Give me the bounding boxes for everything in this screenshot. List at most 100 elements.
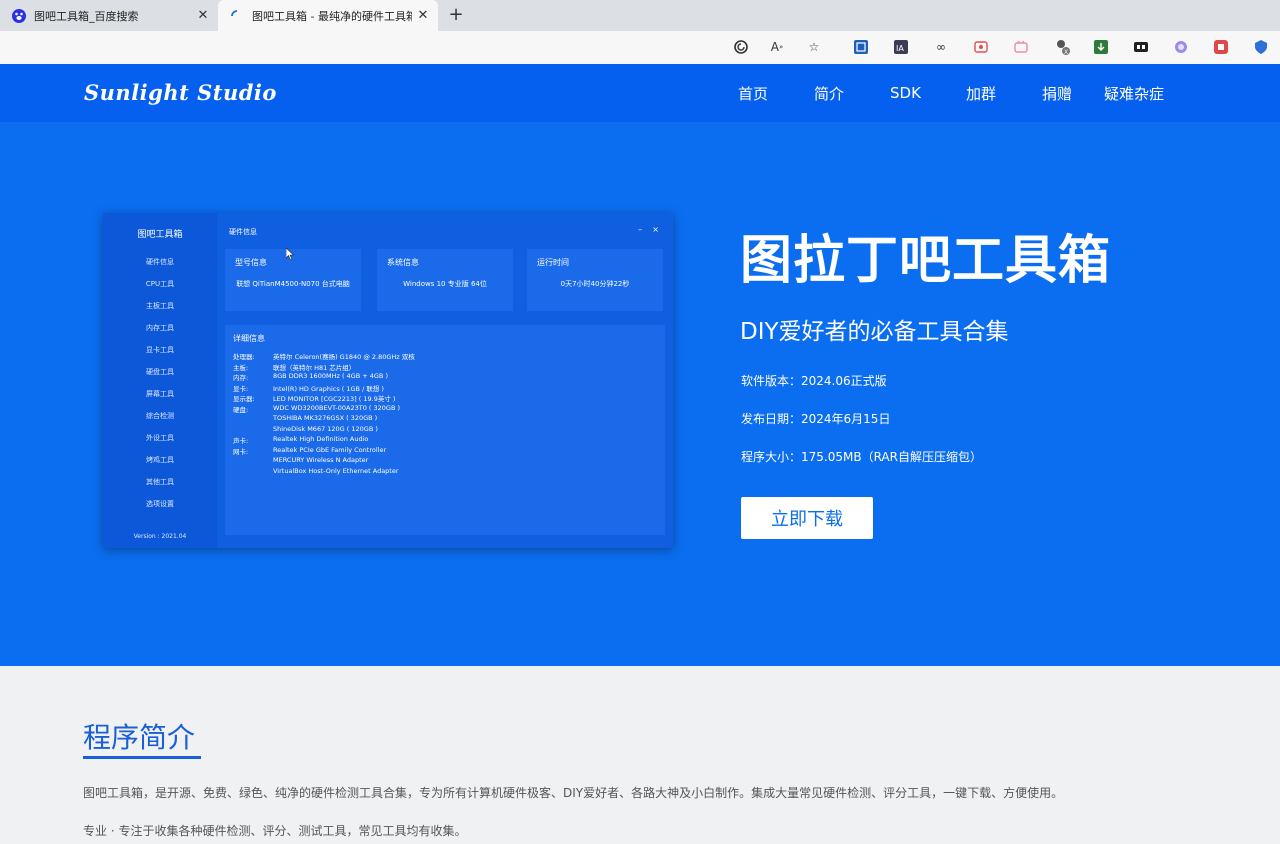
card-value: 0天7小时40分钟22秒 <box>560 280 630 288</box>
app-screenshot: 图吧工具箱 硬件信息 CPU工具 主板工具 内存工具 显卡工具 硬盘工具 屏幕工… <box>103 213 673 548</box>
read-aloud-icon[interactable]: A» <box>768 38 786 56</box>
close-icon: × <box>652 225 659 234</box>
address-bar[interactable] <box>0 33 720 61</box>
intro-paragraph: 专业 · 专注于收集各种硬件检测、评分、测试工具，常见工具均有收集。 <box>83 824 467 838</box>
app-menu-item: 烤鸡工具 <box>146 456 174 464</box>
close-tab-icon[interactable]: ✕ <box>192 8 214 23</box>
download-button[interactable]: 立即下载 <box>741 497 873 539</box>
detail-row: 显卡: Intel(R) HD Graphics ( 1GB / 联想 ) <box>233 383 415 394</box>
site-header: Sunlight Studio 首页 简介 SDK 加群 捐赠 疑难杂症 <box>0 64 1280 122</box>
ext-ia-icon[interactable]: IA <box>892 38 910 56</box>
hero-subtitle: DIY爱好者的必备工具合集 <box>740 319 1009 345</box>
detail-value: 英特尔 Celeron(赛扬) G1840 @ 2.80GHz 双核 <box>273 353 415 361</box>
app-menu-item: 内存工具 <box>146 324 174 332</box>
app-menu-item: 选项设置 <box>146 500 174 508</box>
nav-item-intro[interactable]: 简介 <box>814 64 844 122</box>
app-menu-item: 其他工具 <box>146 478 174 486</box>
detail-row: 处理器: 英特尔 Celeron(赛扬) G1840 @ 2.80GHz 双核 <box>233 351 415 362</box>
detail-key: 硬盘: <box>233 405 249 414</box>
close-tab-icon[interactable]: ✕ <box>412 8 434 23</box>
app-main-panel: 硬件信息 – × 型号信息 联想 QiTianM4500-N070 台式电脑 系… <box>217 213 673 548</box>
app-menu-item: CPU工具 <box>145 280 175 288</box>
detail-row: 网卡: Realtek PCIe GbE Family Controller <box>233 446 415 457</box>
detail-key: 内存: <box>233 374 249 382</box>
detail-value: Realtek PCIe GbE Family Controller <box>273 445 387 454</box>
detail-value: TOSHIBA MK3276GSX ( 320GB ) <box>273 414 378 422</box>
app-detail-panel: 详细信息 处理器: 英特尔 Celeron(赛扬) G1840 @ 2.80GHz… <box>225 325 665 535</box>
nav-item-group[interactable]: 加群 <box>966 64 996 122</box>
app-card-uptime: 运行时间 0天7小时40分钟22秒 <box>527 249 663 311</box>
card-value: Windows 10 专业版 64位 <box>403 280 487 288</box>
app-sidebar: 图吧工具箱 硬件信息 CPU工具 主板工具 内存工具 显卡工具 硬盘工具 屏幕工… <box>103 213 217 548</box>
detail-value: 8GB DDR3 1600MHz ( 4GB + 4GB ) <box>273 372 388 380</box>
baidu-paw-icon <box>12 8 26 23</box>
ext-pink-icon[interactable] <box>1012 38 1030 56</box>
site-logo[interactable]: Sunlight Studio <box>84 80 277 105</box>
detail-row: TOSHIBA MK3276GSX ( 320GB ) <box>233 414 415 425</box>
intro-heading: 程序简介 <box>83 721 196 754</box>
edge-refresh-icon[interactable] <box>732 38 750 56</box>
ext-purple-icon[interactable] <box>1172 38 1190 56</box>
release-date: 发布日期：2024年6月15日 <box>741 412 891 426</box>
app-menu-item: 硬件信息 <box>146 258 174 266</box>
app-window-buttons: – × <box>638 225 659 234</box>
detail-key <box>233 467 273 478</box>
tab-baidu-search[interactable]: 图吧工具箱_百度搜索 ✕ <box>0 0 218 31</box>
detail-key <box>233 456 273 467</box>
nav-link[interactable]: 加群 <box>966 83 996 104</box>
ext-shield-icon[interactable] <box>1252 38 1270 56</box>
card-title: 运行时间 <box>537 258 569 267</box>
tab-title: 图吧工具箱_百度搜索 <box>34 9 139 23</box>
detail-key <box>233 425 273 436</box>
nav-item-faq[interactable]: 疑难杂症 <box>1104 64 1164 122</box>
detail-row: 内存: 8GB DDR3 1600MHz ( 4GB + 4GB ) <box>233 372 415 383</box>
detail-value: Realtek High Definition Audio <box>273 435 369 443</box>
detail-value: WDC WD3200BEVT-00A23T0 ( 320GB ) <box>273 403 401 412</box>
nav-link[interactable]: 疑难杂症 <box>1104 83 1164 104</box>
nav-link[interactable]: SDK <box>890 84 921 102</box>
detail-row: 显示器: LED MONITOR [CGC2213] ( 19.9英寸 ) <box>233 393 415 404</box>
ext-black-icon[interactable] <box>1132 38 1150 56</box>
app-menu: 硬件信息 CPU工具 主板工具 内存工具 显卡工具 硬盘工具 屏幕工具 综合检测… <box>103 251 217 515</box>
browser-toolbar: A» ☆ IA ∞ X <box>0 31 1280 64</box>
program-size: 程序大小：175.05MB（RAR自解压压缩包） <box>741 450 982 464</box>
ext-green-icon[interactable] <box>1092 38 1110 56</box>
detail-row: ShineDisk M667 120G ( 120GB ) <box>233 425 415 436</box>
mouse-cursor-icon <box>286 248 294 260</box>
favorite-star-icon[interactable]: ☆ <box>805 38 823 56</box>
ext-translate-icon[interactable] <box>852 38 870 56</box>
ext-user-icon[interactable]: X <box>1053 38 1071 56</box>
app-version: Version : 2021.04 <box>133 533 187 540</box>
detail-row: MERCURY Wireless N Adapter <box>233 456 415 467</box>
ext-red2-icon[interactable] <box>1212 38 1230 56</box>
ext-red-icon[interactable] <box>972 38 990 56</box>
minimize-icon: – <box>638 225 643 234</box>
nav-item-sdk[interactable]: SDK <box>890 64 921 122</box>
detail-rows: 处理器: 英特尔 Celeron(赛扬) G1840 @ 2.80GHz 双核 主… <box>233 351 415 477</box>
nav-item-donate[interactable]: 捐赠 <box>1042 64 1072 122</box>
detail-key <box>233 414 273 425</box>
card-value: 联想 QiTianM4500-N070 台式电脑 <box>236 280 350 288</box>
nav-link[interactable]: 捐赠 <box>1042 83 1072 104</box>
tab-title: 图吧工具箱 - 最纯净的硬件工具箱 <box>252 9 412 23</box>
detail-row: 硬盘: WDC WD3200BEVT-00A23T0 ( 320GB ) <box>233 404 415 415</box>
detail-value: MERCURY Wireless N Adapter <box>273 456 369 464</box>
detail-row: 主板: 联想（英特尔 H81 芯片组） <box>233 362 415 373</box>
new-tab-button[interactable]: + <box>444 3 468 27</box>
intro-paragraph: 图吧工具箱，是开源、免费、绿色、纯净的硬件检测工具合集，专为所有计算机硬件极客、… <box>83 786 1064 800</box>
ext-infinity-icon[interactable]: ∞ <box>932 38 950 56</box>
detail-key: 显示器: <box>233 395 255 403</box>
detail-row: 声卡: Realtek High Definition Audio <box>233 435 415 446</box>
detail-value: VirtualBox Host-Only Ethernet Adapter <box>273 466 399 475</box>
nav-link[interactable]: 简介 <box>814 83 844 104</box>
detail-key: 显卡: <box>233 384 249 393</box>
heading-underline <box>83 756 201 759</box>
nav-link[interactable]: 首页 <box>738 83 768 104</box>
loading-spinner-icon <box>230 9 244 23</box>
svg-text:IA: IA <box>896 44 904 53</box>
browser-tab-bar: 图吧工具箱_百度搜索 ✕ 图吧工具箱 - 最纯净的硬件工具箱 ✕ + <box>0 0 1280 31</box>
app-menu-item: 屏幕工具 <box>146 390 174 398</box>
app-menu-item: 外设工具 <box>146 434 174 442</box>
tab-tubar-toolbox[interactable]: 图吧工具箱 - 最纯净的硬件工具箱 ✕ <box>218 0 438 31</box>
nav-item-home[interactable]: 首页 <box>738 64 768 122</box>
